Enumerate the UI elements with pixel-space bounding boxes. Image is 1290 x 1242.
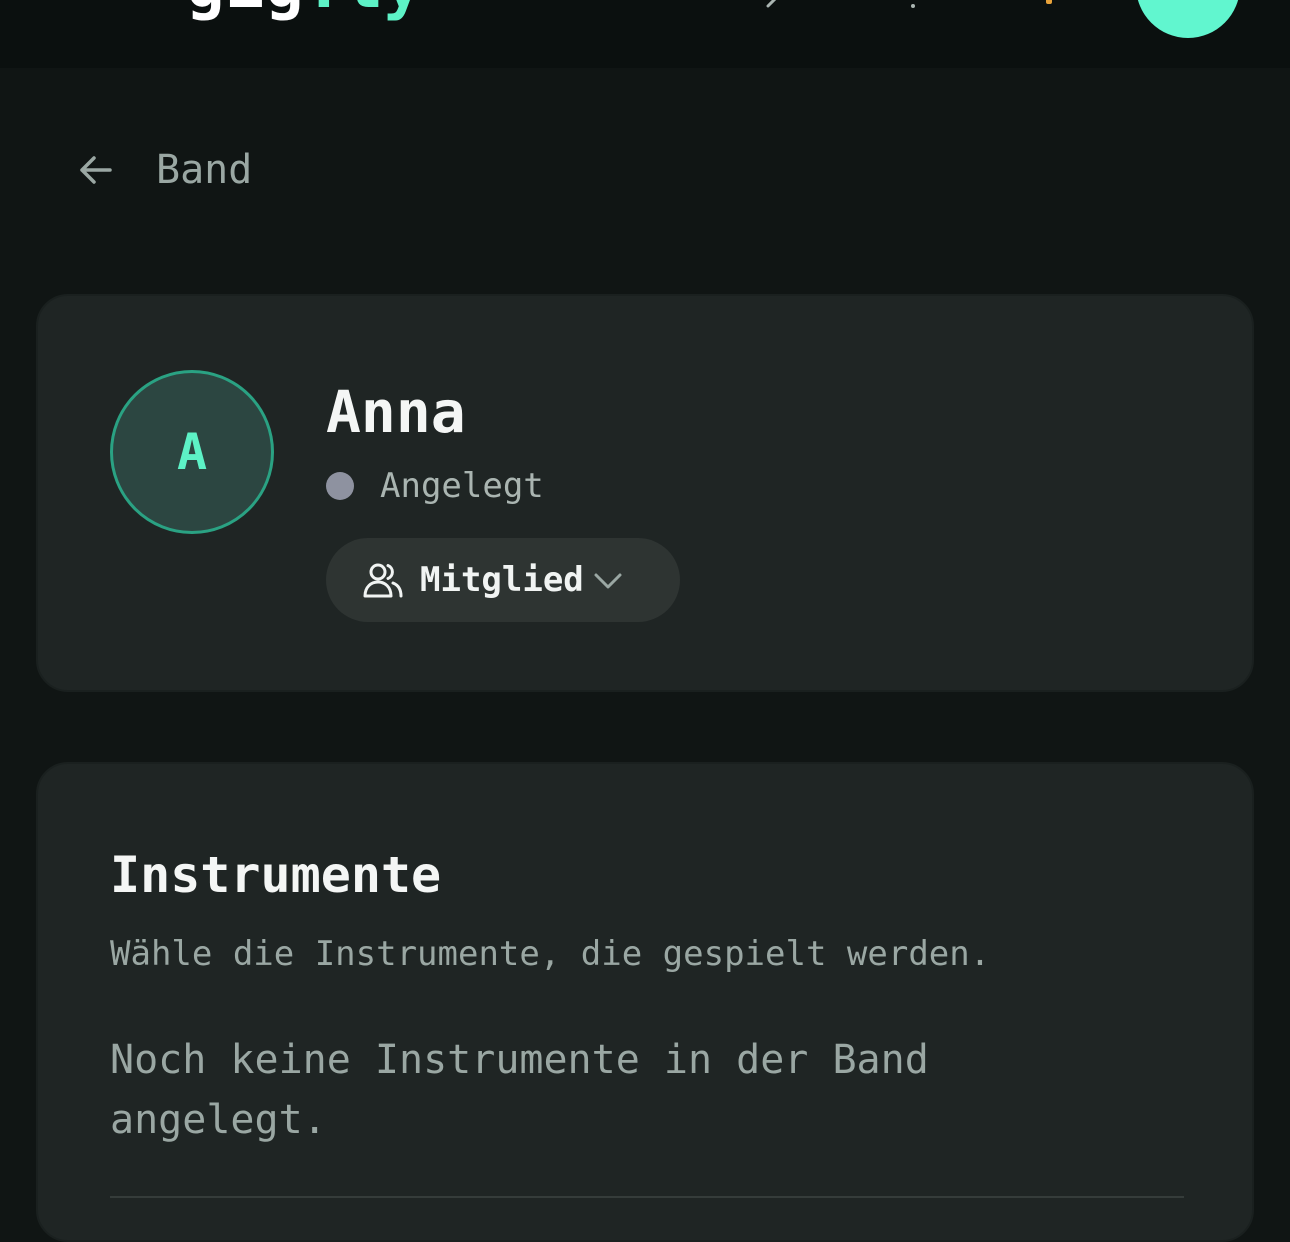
arrow-left-icon: [80, 156, 112, 184]
divider: [110, 1196, 1184, 1198]
instruments-empty-message: Noch keine Instrumente in der Band angel…: [110, 1037, 929, 1143]
app-logo[interactable]: gig.ly: [186, 0, 423, 18]
status-label: Angelegt: [380, 466, 544, 506]
notification-icon[interactable]: [1034, 0, 1064, 12]
instruments-subtitle: Wähle die Instrumente, die gespielt werd…: [110, 934, 991, 974]
instruments-card: Instrumente Wähle die Instrumente, die g…: [36, 762, 1254, 1242]
menu-icon[interactable]: [66, 0, 112, 4]
user-avatar[interactable]: [1136, 0, 1240, 38]
top-bar: gig.ly: [0, 0, 1290, 68]
help-icon[interactable]: [898, 0, 928, 12]
instruments-title: Instrumente: [110, 846, 442, 904]
role-label: Mitglied: [420, 560, 584, 600]
logo-accent: .ly: [305, 0, 424, 23]
member-card: A Anna Angelegt Mitglied: [36, 294, 1254, 692]
back-link[interactable]: Band: [76, 140, 252, 200]
member-status: Angelegt: [326, 466, 544, 506]
status-dot: [326, 472, 354, 500]
back-label: Band: [156, 147, 253, 193]
logo-primary: gig: [186, 0, 305, 23]
member-name: Anna: [326, 378, 466, 446]
edit-icon[interactable]: [762, 0, 792, 12]
member-avatar: A: [110, 370, 274, 534]
role-dropdown[interactable]: Mitglied: [326, 538, 680, 622]
chevron-down-icon: [594, 573, 622, 589]
users-icon: [363, 563, 403, 598]
